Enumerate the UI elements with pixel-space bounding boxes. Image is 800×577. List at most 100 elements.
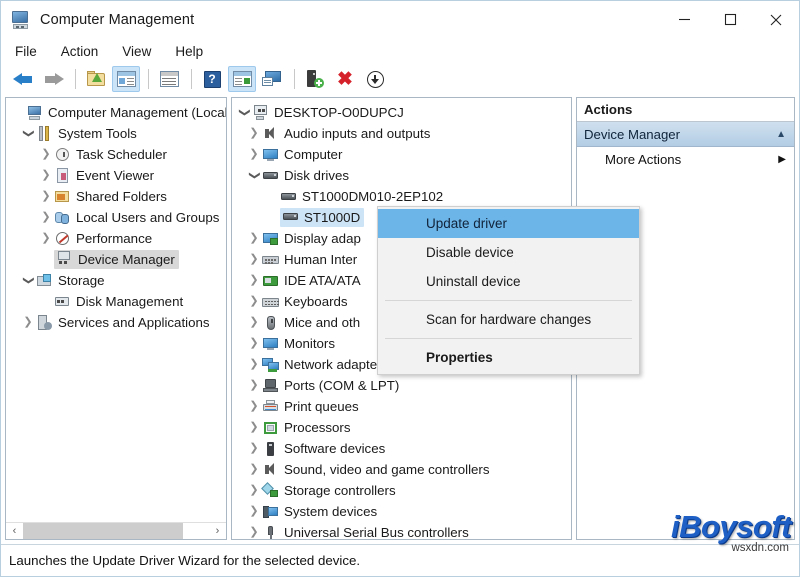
connect-to-another-computer-button[interactable] xyxy=(258,66,286,92)
chevron-down-icon[interactable]: ❯ xyxy=(23,273,34,289)
chevron-right-icon[interactable]: ❯ xyxy=(246,338,262,349)
console-tree-item[interactable]: Computer Management (Local xyxy=(26,105,227,121)
console-tree-item[interactable]: Device Manager xyxy=(54,250,179,269)
device-tree-item[interactable]: Universal Serial Bus controllers xyxy=(262,525,469,541)
device-tree-item[interactable]: Sound, video and game controllers xyxy=(262,462,490,478)
chevron-right-icon[interactable]: ❯ xyxy=(246,254,262,265)
device-tree-row[interactable]: ❯DESKTOP-O0DUPCJ xyxy=(232,102,571,123)
device-tree-item[interactable]: Audio inputs and outputs xyxy=(262,126,430,142)
device-tree-row[interactable]: ❯Disk drives xyxy=(232,165,571,186)
device-tree-item[interactable]: DESKTOP-O0DUPCJ xyxy=(252,105,404,121)
chevron-right-icon[interactable]: ❯ xyxy=(38,191,54,202)
context-menu-item[interactable]: Scan for hardware changes xyxy=(378,305,639,334)
menu-file[interactable]: File xyxy=(11,42,48,61)
device-tree-row[interactable]: ❯Ports (COM & LPT) xyxy=(232,375,571,396)
device-context-menu[interactable]: Update driverDisable deviceUninstall dev… xyxy=(377,206,640,375)
chevron-down-icon[interactable]: ❯ xyxy=(239,105,250,121)
hscroll-track[interactable] xyxy=(23,523,209,540)
device-tree-item[interactable]: ST1000DM010-2EP102 xyxy=(280,189,443,205)
device-tree-item[interactable]: System devices xyxy=(262,504,377,520)
scan-for-hardware-changes-button[interactable] xyxy=(301,66,329,92)
action-more-actions[interactable]: More Actions ▶ xyxy=(577,147,794,172)
uninstall-device-button[interactable]: ✖ xyxy=(331,66,359,92)
device-tree-item[interactable]: Disk drives xyxy=(262,168,349,184)
console-tree-row[interactable]: ❯Task Scheduler xyxy=(6,144,226,165)
console-tree-item[interactable]: Performance xyxy=(54,231,152,247)
device-tree-item[interactable]: ST1000D xyxy=(280,208,364,227)
console-tree-row[interactable]: ❯Local Users and Groups xyxy=(6,207,226,228)
device-tree-row[interactable]: ❯Print queues xyxy=(232,396,571,417)
chevron-right-icon[interactable]: ❯ xyxy=(246,233,262,244)
device-tree-row[interactable]: ST1000DM010-2EP102 xyxy=(232,186,571,207)
device-tree-item[interactable]: Human Inter xyxy=(262,252,357,268)
chevron-right-icon[interactable]: ❯ xyxy=(246,401,262,412)
device-tree-item[interactable]: Display adap xyxy=(262,231,361,247)
device-tree-item[interactable]: Keyboards xyxy=(262,294,348,310)
device-tree-item[interactable]: Ports (COM & LPT) xyxy=(262,378,399,394)
menu-help[interactable]: Help xyxy=(171,42,214,61)
chevron-right-icon[interactable]: ❯ xyxy=(246,485,262,496)
chevron-right-icon[interactable]: ❯ xyxy=(38,170,54,181)
device-tree-row[interactable]: ❯Sound, video and game controllers xyxy=(232,459,571,480)
back-button[interactable] xyxy=(9,66,37,92)
chevron-right-icon[interactable]: ❯ xyxy=(246,464,262,475)
chevron-down-icon[interactable]: ❯ xyxy=(249,168,260,184)
chevron-right-icon[interactable]: ❯ xyxy=(246,149,262,160)
device-tree-row[interactable]: ❯Processors xyxy=(232,417,571,438)
chevron-right-icon[interactable]: ❯ xyxy=(246,296,262,307)
device-tree-row[interactable]: ❯Software devices xyxy=(232,438,571,459)
forward-button[interactable] xyxy=(39,66,67,92)
console-tree-item[interactable]: Storage xyxy=(36,273,105,289)
actions-group-device-manager[interactable]: Device Manager ▲ xyxy=(577,122,794,147)
console-tree-row[interactable]: ❯System Tools xyxy=(6,123,226,144)
hscroll-right-arrow[interactable]: › xyxy=(209,523,226,540)
console-tree-item[interactable]: Shared Folders xyxy=(54,189,167,205)
context-menu-item[interactable]: Uninstall device xyxy=(378,267,639,296)
device-tree-row[interactable]: ❯System devices xyxy=(232,501,571,522)
up-one-level-button[interactable] xyxy=(82,66,110,92)
chevron-right-icon[interactable]: ❯ xyxy=(246,422,262,433)
chevron-right-icon[interactable]: ❯ xyxy=(246,443,262,454)
device-tree-item[interactable]: Network adapters xyxy=(262,357,388,373)
chevron-right-icon[interactable]: ❯ xyxy=(246,275,262,286)
console-tree-row[interactable]: ❯Services and Applications xyxy=(6,312,226,333)
console-tree-item[interactable]: Local Users and Groups xyxy=(54,210,219,226)
chevron-right-icon[interactable]: ❯ xyxy=(246,380,262,391)
chevron-right-icon[interactable]: ❯ xyxy=(20,317,36,328)
device-tree-item[interactable]: IDE ATA/ATA xyxy=(262,273,361,289)
chevron-right-icon[interactable]: ❯ xyxy=(246,506,262,517)
menu-view[interactable]: View xyxy=(118,42,162,61)
console-tree-row[interactable]: Disk Management xyxy=(6,291,226,312)
device-tree-item[interactable]: Computer xyxy=(262,147,342,163)
console-tree-row[interactable]: Device Manager xyxy=(6,249,226,270)
device-tree-item[interactable]: Storage controllers xyxy=(262,483,396,499)
minimize-button[interactable] xyxy=(661,1,707,38)
device-tree-row[interactable]: ❯Audio inputs and outputs xyxy=(232,123,571,144)
console-tree-row[interactable]: ❯Storage xyxy=(6,270,226,291)
chevron-right-icon[interactable]: ❯ xyxy=(246,317,262,328)
maximize-button[interactable] xyxy=(707,1,753,38)
console-tree-row[interactable]: Computer Management (Local xyxy=(6,102,226,123)
chevron-right-icon[interactable]: ❯ xyxy=(38,212,54,223)
properties-button[interactable] xyxy=(155,66,183,92)
console-tree-item[interactable]: System Tools xyxy=(36,126,137,142)
device-tree-row[interactable]: ❯Universal Serial Bus controllers xyxy=(232,522,571,540)
console-tree-item[interactable]: Services and Applications xyxy=(36,315,210,331)
console-tree-row[interactable]: ❯Event Viewer xyxy=(6,165,226,186)
device-tree-item[interactable]: Software devices xyxy=(262,441,385,457)
device-tree-item[interactable]: Mice and oth xyxy=(262,315,360,331)
chevron-right-icon[interactable]: ❯ xyxy=(246,359,262,370)
device-tree-item[interactable]: Processors xyxy=(262,420,351,436)
chevron-right-icon[interactable]: ❯ xyxy=(246,527,262,538)
hscroll-thumb[interactable] xyxy=(23,523,183,540)
menu-action[interactable]: Action xyxy=(57,42,110,61)
hscroll-left-arrow[interactable]: ‹ xyxy=(6,523,23,540)
console-tree-item[interactable]: Disk Management xyxy=(54,294,183,310)
chevron-right-icon[interactable]: ❯ xyxy=(246,128,262,139)
context-menu-item[interactable]: Properties xyxy=(378,343,639,372)
help-button[interactable]: ? xyxy=(198,66,226,92)
device-tree-item[interactable]: Monitors xyxy=(262,336,335,352)
close-button[interactable] xyxy=(753,1,799,38)
chevron-right-icon[interactable]: ❯ xyxy=(38,233,54,244)
context-menu-item[interactable]: Disable device xyxy=(378,238,639,267)
